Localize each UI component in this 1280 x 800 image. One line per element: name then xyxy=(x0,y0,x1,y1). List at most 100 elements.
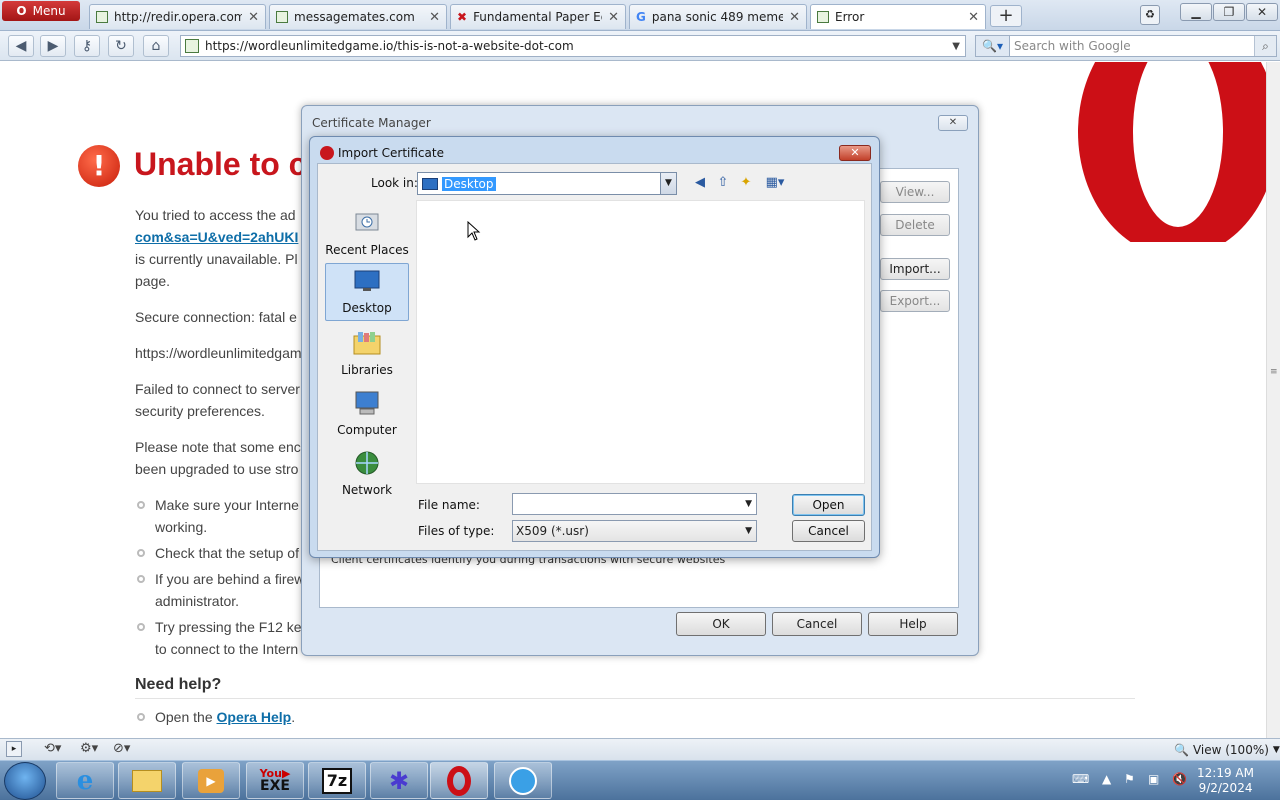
certificate-manager-title: Certificate Manager xyxy=(312,116,431,130)
look-in-select[interactable]: Desktop ▼ xyxy=(417,172,677,195)
help-suffix: . xyxy=(291,709,296,725)
panel-toggle-icon[interactable]: ▸ xyxy=(6,741,22,757)
tab-title: Fundamental Paper Ed... xyxy=(473,10,602,24)
place-label: Recent Places xyxy=(325,243,409,257)
zoom-control[interactable]: 🔍 View (100%) ▼ xyxy=(1174,741,1280,759)
up-folder-icon[interactable]: ⇧ xyxy=(713,174,733,192)
tip-text: working. xyxy=(155,519,208,535)
key-icon[interactable]: ⚷ xyxy=(74,35,100,57)
search-engine-icon[interactable]: 🔍▾ xyxy=(976,36,1010,56)
tab-error[interactable]: Error ✕ xyxy=(810,4,986,29)
import-button[interactable]: Import... xyxy=(880,258,950,280)
close-tab-icon[interactable]: ✕ xyxy=(429,10,440,25)
look-in-value: Desktop xyxy=(441,175,497,192)
chevron-down-icon[interactable]: ▼ xyxy=(745,521,752,541)
keyboard-icon[interactable]: ⌨ xyxy=(1072,772,1089,786)
clock[interactable]: 12:19 AM 9/2/2024 xyxy=(1197,766,1254,796)
place-libraries[interactable]: Libraries xyxy=(325,326,409,384)
back-button[interactable]: ◀ xyxy=(8,35,34,57)
taskbar-internet-explorer[interactable]: e xyxy=(56,762,114,799)
export-button[interactable]: Export... xyxy=(880,290,950,312)
look-in-label: Look in: xyxy=(371,176,418,190)
internet-explorer-icon: e xyxy=(76,765,94,796)
taskbar-app-blue[interactable] xyxy=(494,762,552,799)
new-tab-button[interactable]: + xyxy=(990,5,1022,27)
clock-date: 9/2/2024 xyxy=(1198,781,1253,795)
close-window-button[interactable]: ✕ xyxy=(1246,3,1278,21)
windows-start-button[interactable] xyxy=(4,762,46,800)
tab-redir[interactable]: http://redir.opera.com... ✕ xyxy=(89,4,266,29)
opera-menu-button[interactable]: O Menu xyxy=(2,1,80,21)
opera-o-icon xyxy=(320,146,334,160)
tab-pana-sonic[interactable]: Gpana sonic 489 meme ... ✕ xyxy=(629,4,807,29)
place-computer[interactable]: Computer xyxy=(325,386,409,444)
error-text: been upgraded to use stro xyxy=(135,461,299,477)
place-desktop[interactable]: Desktop xyxy=(325,263,409,321)
files-of-type-select[interactable]: X509 (*.usr) ▼ xyxy=(512,520,757,542)
taskbar-youtube-exe[interactable]: You▶ EXE xyxy=(246,762,304,799)
home-button[interactable]: ⌂ xyxy=(143,35,169,57)
reload-button[interactable]: ↻ xyxy=(108,35,134,57)
taskbar-media-player[interactable]: ▶ xyxy=(182,762,240,799)
bullet-icon xyxy=(137,713,145,721)
page-scrollbar[interactable]: ≡ xyxy=(1266,62,1280,738)
chevron-down-icon[interactable]: ▼ xyxy=(745,494,752,514)
trash-icon[interactable]: ♻ xyxy=(1140,5,1160,25)
error-url-link[interactable]: com&sa=U&ved=2ahUKI xyxy=(135,229,298,245)
tab-fundamental-paper[interactable]: ✖ Fundamental Paper Ed... ✕ xyxy=(450,4,626,29)
bullet-icon xyxy=(137,623,145,631)
bullet-icon xyxy=(137,501,145,509)
search-icon[interactable]: ⌕ xyxy=(1254,36,1276,56)
volume-muted-icon[interactable]: 🔇 xyxy=(1172,772,1187,786)
taskbar-7zip[interactable]: 7z xyxy=(308,762,366,799)
tip-text: administrator. xyxy=(155,593,240,609)
flag-icon[interactable]: ⚑ xyxy=(1124,772,1135,786)
turbo-icon[interactable]: ⚙▾ xyxy=(80,741,98,756)
taskbar-app[interactable]: ✱ xyxy=(370,762,428,799)
address-field[interactable]: https://wordleunlimitedgame.io/this-is-n… xyxy=(180,35,966,57)
show-hidden-icon[interactable]: ▲ xyxy=(1102,772,1111,786)
media-player-icon: ▶ xyxy=(198,768,224,793)
back-arrow-icon[interactable]: ◀ xyxy=(690,174,710,192)
error-icon: ! xyxy=(78,145,120,187)
chevron-down-icon[interactable]: ▼ xyxy=(660,173,676,194)
place-recent-places[interactable]: Recent Places xyxy=(325,206,409,264)
close-tab-icon[interactable]: ✕ xyxy=(789,10,800,25)
cancel-button[interactable]: Cancel xyxy=(772,612,862,636)
close-tab-icon[interactable]: ✕ xyxy=(608,10,619,25)
taskbar-opera[interactable] xyxy=(430,762,488,799)
minimize-button[interactable]: ▁ xyxy=(1180,3,1212,21)
import-dialog-title: Import Certificate xyxy=(338,146,444,160)
help-button[interactable]: Help xyxy=(868,612,958,636)
delete-button[interactable]: Delete xyxy=(880,214,950,236)
taskbar-explorer[interactable] xyxy=(118,762,176,799)
libraries-icon xyxy=(353,332,381,355)
dialog-cancel-button[interactable]: Cancel xyxy=(792,520,865,542)
sync-icon[interactable]: ⟲▾ xyxy=(44,741,61,756)
open-button[interactable]: Open xyxy=(792,494,865,516)
close-tab-icon[interactable]: ✕ xyxy=(968,10,979,25)
app-icon: ✱ xyxy=(388,766,410,795)
file-list[interactable] xyxy=(416,200,865,484)
view-menu-icon[interactable]: ▦▾ xyxy=(761,174,789,192)
place-network[interactable]: Network xyxy=(325,446,409,504)
network-status-icon[interactable]: ▣ xyxy=(1148,772,1159,786)
opera-help-link[interactable]: Opera Help xyxy=(217,709,292,725)
ok-button[interactable]: OK xyxy=(676,612,766,636)
system-tray: ⌨ ▲ ⚑ ▣ 🔇 12:19 AM 9/2/2024 xyxy=(1066,762,1280,800)
file-name-input[interactable]: ▼ xyxy=(512,493,757,515)
restore-button[interactable]: ❐ xyxy=(1213,3,1245,21)
close-icon[interactable]: ✕ xyxy=(839,145,871,161)
view-button[interactable]: View... xyxy=(880,181,950,203)
forward-button[interactable]: ▶ xyxy=(40,35,66,57)
tip-text: Try pressing the F12 ke xyxy=(155,619,302,635)
search-field[interactable]: 🔍▾ Search with Google ⌕ xyxy=(975,35,1277,57)
chevron-down-icon[interactable]: ▼ xyxy=(952,41,960,52)
close-icon[interactable]: ✕ xyxy=(938,115,968,131)
new-folder-icon[interactable]: ✦ xyxy=(736,174,756,192)
tip-text: If you are behind a firew xyxy=(155,571,305,587)
close-tab-icon[interactable]: ✕ xyxy=(248,10,259,25)
unite-icon[interactable]: ⊘▾ xyxy=(113,741,130,756)
desktop-icon xyxy=(354,270,380,291)
tab-messagemates[interactable]: messagemates.com ✕ xyxy=(269,4,447,29)
